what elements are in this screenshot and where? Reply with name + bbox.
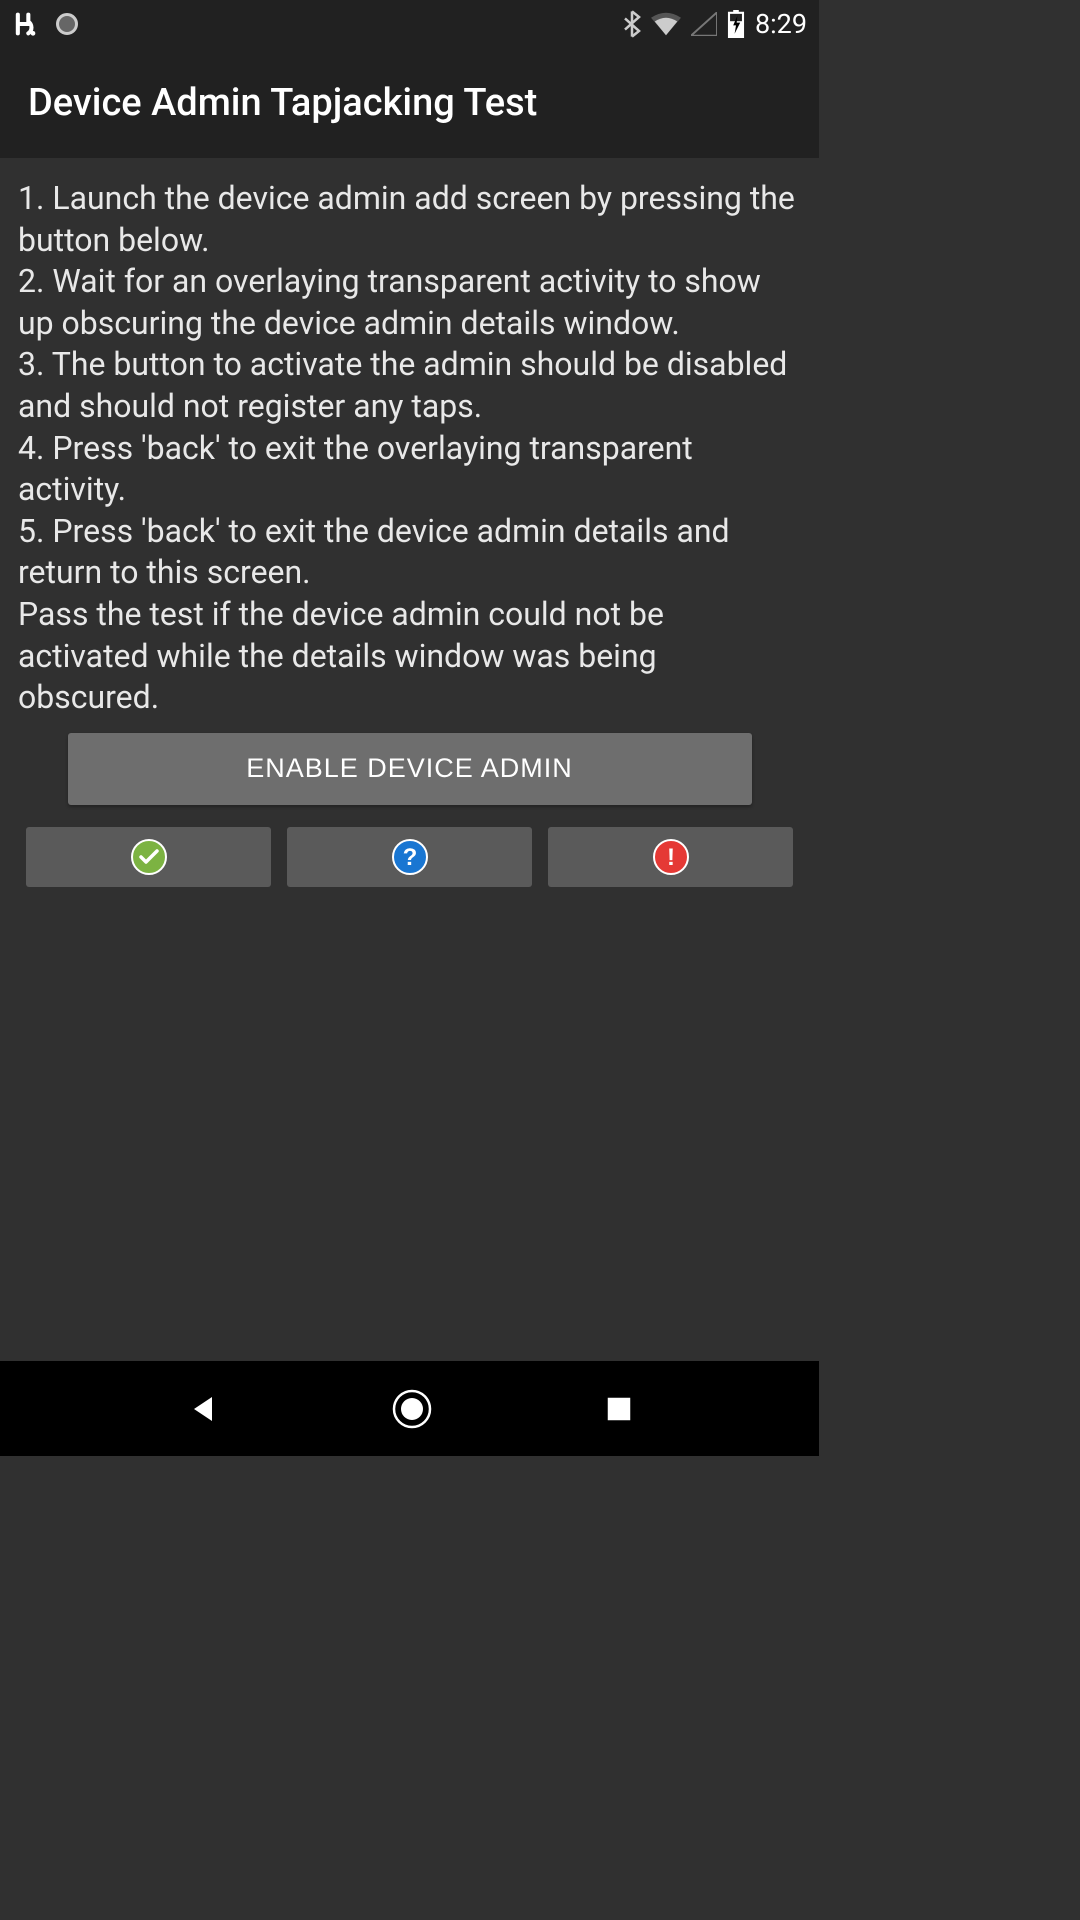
wifi-icon bbox=[651, 12, 681, 36]
status-bar: 8:29 bbox=[0, 0, 819, 48]
status-left bbox=[12, 10, 78, 38]
svg-text:!: ! bbox=[667, 844, 675, 871]
back-nav-icon[interactable] bbox=[185, 1391, 221, 1427]
status-time: 8:29 bbox=[755, 8, 807, 40]
exclamation-icon: ! bbox=[652, 838, 690, 876]
signal-icon bbox=[691, 12, 717, 36]
info-button[interactable]: ? bbox=[287, 827, 532, 887]
page-title: Device Admin Tapjacking Test bbox=[28, 81, 537, 125]
pass-button[interactable] bbox=[26, 827, 271, 887]
svg-text:?: ? bbox=[402, 844, 417, 871]
content-area: 1. Launch the device admin add screen by… bbox=[0, 158, 819, 907]
result-button-row: ? ! bbox=[18, 827, 801, 887]
recent-nav-icon[interactable] bbox=[604, 1394, 634, 1424]
battery-charging-icon bbox=[727, 10, 745, 38]
checkmark-icon bbox=[130, 838, 168, 876]
project-fi-icon bbox=[12, 10, 40, 38]
status-right: 8:29 bbox=[623, 8, 807, 40]
instructions-text: 1. Launch the device admin add screen by… bbox=[18, 178, 801, 719]
app-bar: Device Admin Tapjacking Test bbox=[0, 48, 819, 158]
record-icon bbox=[56, 13, 78, 35]
navigation-bar bbox=[0, 1361, 819, 1456]
enable-device-admin-button[interactable]: ENABLE DEVICE ADMIN bbox=[68, 733, 752, 805]
fail-button[interactable]: ! bbox=[548, 827, 793, 887]
bluetooth-icon bbox=[623, 10, 641, 38]
home-nav-icon[interactable] bbox=[391, 1388, 433, 1430]
question-icon: ? bbox=[391, 838, 429, 876]
